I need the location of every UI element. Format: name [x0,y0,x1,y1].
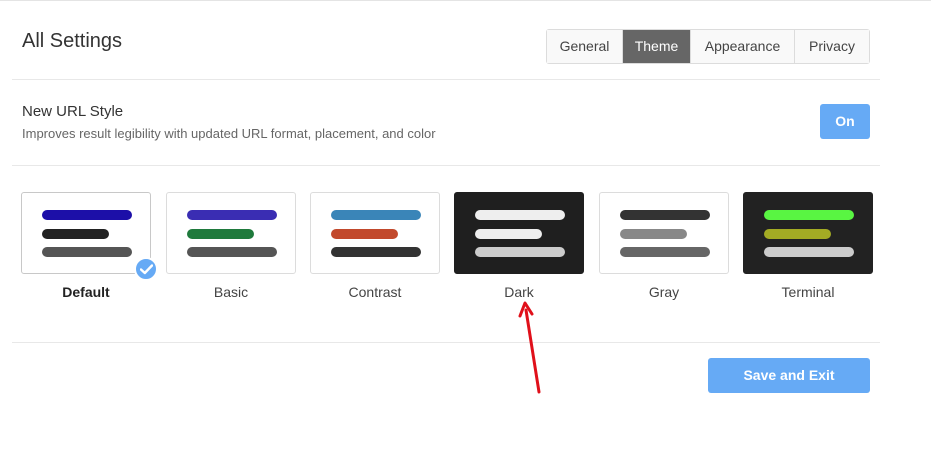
preview-bar [42,229,109,239]
preview-bar [764,247,854,257]
preview-bar [331,229,398,239]
theme-label: Gray [648,284,680,300]
divider [12,79,880,80]
url-style-toggle-button[interactable]: On [820,104,870,139]
theme-label: Dark [504,284,534,300]
theme-label: Contrast [348,284,402,300]
url-style-description: Improves result legibility with updated … [22,126,436,141]
theme-label: Basic [213,284,249,300]
preview-bar [764,229,831,239]
preview-bar [187,247,277,257]
theme-option-dark[interactable]: Dark [454,192,584,300]
preview-bar [620,210,710,220]
preview-bar [187,210,277,220]
divider [12,342,880,343]
save-and-exit-button[interactable]: Save and Exit [708,358,870,393]
preview-bar [764,210,854,220]
preview-bar [42,210,132,220]
preview-bar [42,247,132,257]
theme-preview-card[interactable] [310,192,440,274]
preview-bar [331,247,421,257]
tab-privacy[interactable]: Privacy [795,30,869,63]
preview-bar [620,229,687,239]
preview-bar [475,210,565,220]
preview-bar [475,247,565,257]
preview-bar [331,210,421,220]
page-title: All Settings [22,30,123,52]
divider [12,165,880,166]
theme-option-basic[interactable]: Basic [166,192,296,300]
preview-bar [187,229,254,239]
theme-preview-card[interactable] [454,192,584,274]
theme-option-terminal[interactable]: Terminal [743,192,873,300]
theme-option-default[interactable]: Default [21,192,158,300]
theme-option-gray[interactable]: Gray [599,192,729,300]
settings-panel: All Settings General Theme Appearance Pr… [0,0,880,464]
theme-preview-card[interactable] [599,192,729,274]
theme-preview-card[interactable] [21,192,158,281]
theme-label: Default [62,284,110,300]
selected-check-icon [134,257,158,281]
theme-preview-card[interactable] [166,192,296,274]
preview-bar [475,229,542,239]
settings-tabs: General Theme Appearance Privacy [546,29,870,64]
tab-general[interactable]: General [547,30,623,63]
theme-option-contrast[interactable]: Contrast [310,192,440,300]
tab-theme[interactable]: Theme [623,30,691,63]
theme-preview-card[interactable] [743,192,873,274]
theme-picker: Default Basic Contrast Dark Gray Termina… [21,192,881,302]
preview-bar [620,247,710,257]
theme-label: Terminal [781,284,835,300]
annotation-arrow-icon [518,301,541,394]
url-style-title: New URL Style [22,103,124,120]
tab-appearance[interactable]: Appearance [691,30,795,63]
